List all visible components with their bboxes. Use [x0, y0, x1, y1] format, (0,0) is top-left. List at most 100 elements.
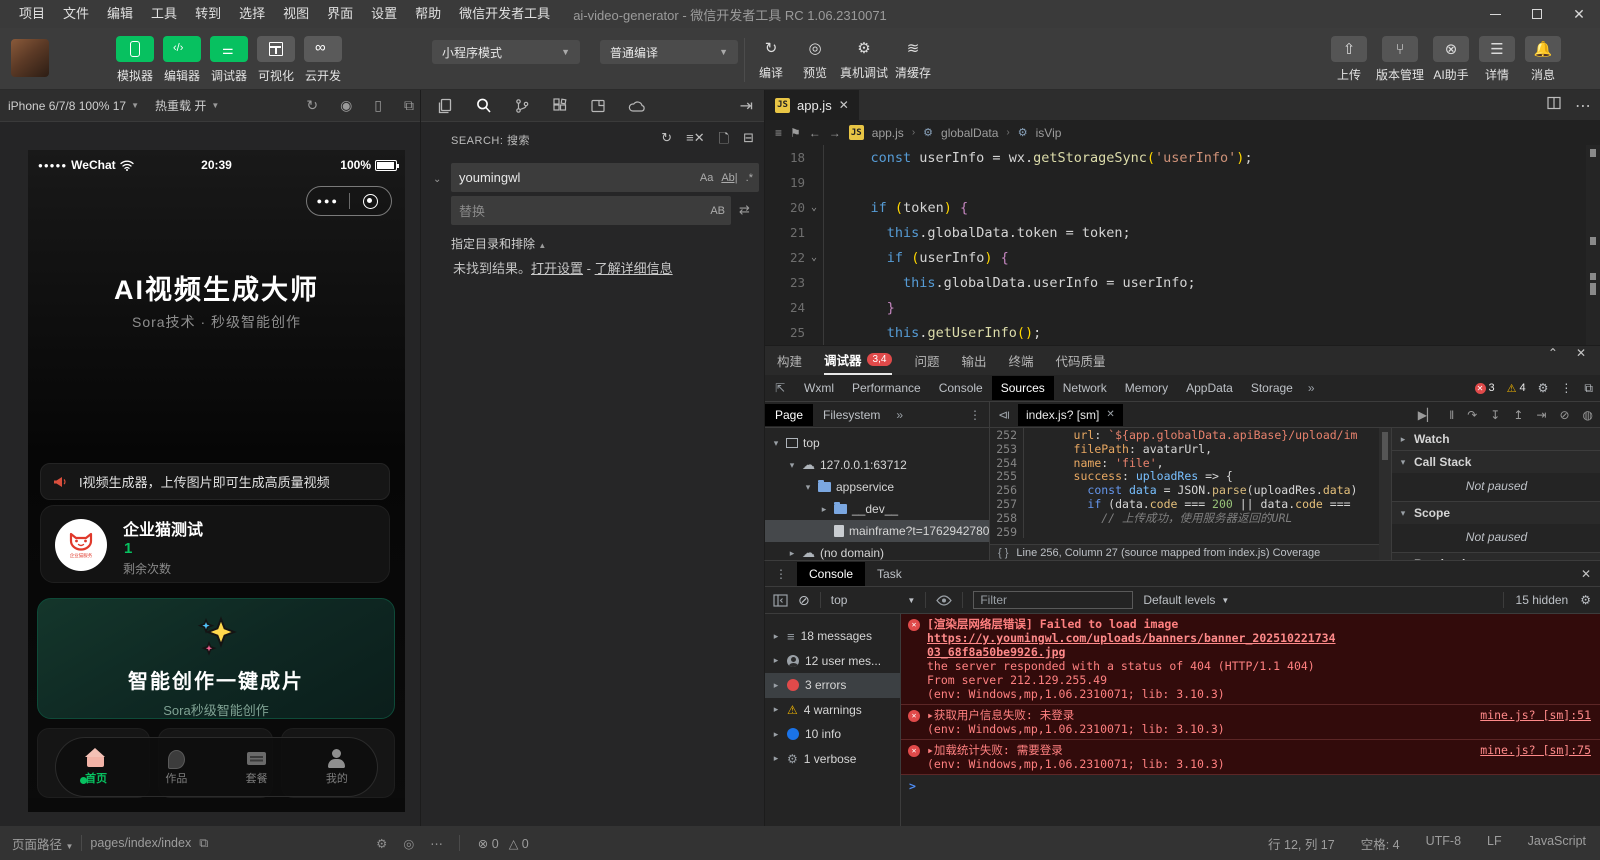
inspect-icon[interactable]: ⇱	[765, 381, 795, 395]
toolbar-action-button[interactable]: ⑂ 版本管理	[1376, 36, 1424, 83]
split-editor-icon[interactable]	[1547, 96, 1561, 110]
language-mode[interactable]: JavaScript	[1528, 834, 1586, 853]
replace-input[interactable]: 替换 AB	[451, 196, 731, 225]
scrollbar[interactable]	[1379, 428, 1391, 561]
mode-select[interactable]: 小程序模式▼	[432, 40, 580, 64]
cloud-icon[interactable]	[628, 99, 646, 113]
more-icon[interactable]: ●●●	[307, 196, 349, 206]
extensions-icon[interactable]	[552, 98, 568, 114]
console-tab[interactable]: Task	[865, 562, 914, 586]
editor-tab-appjs[interactable]: JS app.js ✕	[765, 90, 859, 120]
mode-toggle-button[interactable]: 云开发	[304, 36, 342, 84]
collapse-all-icon[interactable]: ⊟	[743, 130, 754, 152]
debugger-panel-tab[interactable]: 输出	[961, 347, 986, 374]
deactivate-breakpoints-icon[interactable]: ⊘	[1559, 408, 1569, 422]
compile-action-button[interactable]: ⚙ 真机调试	[840, 36, 888, 81]
step-over-icon[interactable]: ↷	[1467, 408, 1477, 422]
tab-bar-item[interactable]: 套餐	[217, 738, 297, 796]
replace-all-icon[interactable]: ⇄	[739, 202, 750, 218]
bug-icon[interactable]: ⚙	[376, 836, 387, 851]
menu-item[interactable]: 文件	[54, 0, 98, 28]
devtools-tab[interactable]: Memory	[1116, 376, 1177, 400]
maximize-button[interactable]	[1516, 0, 1558, 28]
bookmark-icon[interactable]: ⚑	[790, 126, 801, 140]
tab-bar-item[interactable]: 我的	[297, 738, 377, 796]
hot-reload-toggle[interactable]: 热重载 开▼	[147, 97, 227, 114]
toolbar-action-button[interactable]: ⇧ 上传	[1330, 36, 1368, 83]
message-filter-row[interactable]: ▸ 1 verbose	[765, 747, 900, 772]
levels-select[interactable]: Default levels▼	[1143, 593, 1229, 607]
kebab-icon[interactable]: ⋮	[969, 408, 989, 422]
more-actions-icon[interactable]: ⋯	[1575, 96, 1591, 116]
whole-word-icon[interactable]: Ab|	[721, 172, 737, 184]
match-case-icon[interactable]: Aa	[700, 172, 713, 184]
file-tab-indexjs[interactable]: index.js? [sm] ✕	[1018, 404, 1123, 426]
devtools-tab[interactable]: Network	[1054, 376, 1116, 400]
pause-icon[interactable]: ‖	[1449, 408, 1454, 422]
tree-row[interactable]: ▾ top	[765, 432, 989, 454]
encoding[interactable]: UTF-8	[1426, 834, 1461, 853]
copy-icon[interactable]: ⧉	[199, 836, 208, 851]
cursor-position[interactable]: 行 12, 列 17	[1268, 834, 1335, 853]
context-select[interactable]: top▼	[831, 593, 916, 607]
user-avatar[interactable]	[11, 39, 49, 77]
breadcrumb-symbol[interactable]: globalData	[941, 126, 998, 140]
sidebar-section-header[interactable]: ▾Scope	[1392, 502, 1600, 524]
menu-item[interactable]: 转到	[186, 0, 230, 28]
compile-action-button[interactable]: ≋ 清缓存	[894, 36, 932, 81]
menu-item[interactable]: 界面	[318, 0, 362, 28]
tree-row[interactable]: ▸ __dev__	[765, 498, 989, 520]
close-icon[interactable]: ✕	[1576, 346, 1586, 360]
quota-card[interactable]: 企业猫服务 企业猫测试 1 剩余次数	[40, 505, 390, 583]
mode-toggle-button[interactable]: 可视化	[257, 36, 295, 84]
mode-toggle-button[interactable]: 模拟器	[116, 36, 154, 84]
device-select[interactable]: iPhone 6/7/8 100% 17▼	[0, 99, 147, 113]
close-button[interactable]: ✕	[1558, 0, 1600, 28]
menu-item[interactable]: 帮助	[406, 0, 450, 28]
message-filter-row[interactable]: ▸ 18 messages	[765, 624, 900, 649]
stop-icon[interactable]: ◉	[340, 97, 352, 114]
filter-input[interactable]: Filter	[973, 591, 1133, 609]
indentation[interactable]: 空格: 4	[1361, 834, 1400, 853]
menu-item[interactable]: 工具	[142, 0, 186, 28]
devtools-tab[interactable]: Performance	[843, 376, 930, 400]
sources-pane-tab[interactable]: Filesystem	[813, 404, 890, 426]
regex-icon[interactable]: .*	[746, 172, 753, 184]
console-tab[interactable]: Console	[797, 562, 865, 586]
tree-row[interactable]: ▸ (no domain)	[765, 542, 989, 561]
collapse-left-icon[interactable]: ⧏	[998, 408, 1010, 422]
toolbar-action-button[interactable]: 🔔 消息	[1524, 36, 1562, 83]
menu-item[interactable]: 视图	[274, 0, 318, 28]
back-icon[interactable]: ←	[809, 126, 821, 140]
message-filter-row[interactable]: ▸ 10 info	[765, 722, 900, 747]
minimize-button[interactable]	[1474, 0, 1516, 28]
clear-results-icon[interactable]: ≡✕	[686, 130, 704, 152]
sources-pane-tab[interactable]: Page	[765, 404, 813, 426]
debugger-panel-tab[interactable]: 调试器 3,4	[824, 346, 892, 375]
tree-row[interactable]: mainframe?t=1762942780	[765, 520, 989, 542]
compile-action-button[interactable]: ◎ 预览	[796, 36, 834, 81]
console-error[interactable]: ✕ ▸获取用户信息失败: 未登录mine.js? [sm]:51 (env: W…	[901, 705, 1600, 740]
console-prompt[interactable]: >	[901, 775, 1600, 797]
forward-icon[interactable]: →	[829, 126, 841, 140]
sidebar-toggle-icon[interactable]	[773, 594, 788, 607]
devtools-tab[interactable]: Sources	[992, 376, 1054, 400]
fold-icon[interactable]: ⌄	[805, 202, 823, 213]
step-into-icon[interactable]: ↧	[1490, 408, 1500, 422]
editor-scrollbar[interactable]	[1586, 145, 1600, 345]
console-error[interactable]: ✕ ▸加载统计失败: 需要登录mine.js? [sm]:75 (env: Wi…	[901, 740, 1600, 775]
tree-row[interactable]: ▾ appservice	[765, 476, 989, 498]
search-details-toggle[interactable]: 指定目录和排除 ▲	[451, 235, 546, 252]
page-path-select[interactable]: 页面路径 ▼	[12, 834, 73, 853]
refresh-icon[interactable]: ↻	[306, 97, 318, 114]
debugger-panel-tab[interactable]: 问题	[914, 347, 939, 374]
kebab-icon[interactable]: ⋮	[1560, 381, 1572, 395]
step-out-icon[interactable]: ↥	[1513, 408, 1523, 422]
menu-item[interactable]: 微信开发者工具	[450, 0, 559, 28]
mode-toggle-button[interactable]: 调试器	[210, 36, 248, 84]
search-input[interactable]: youmingwl Aa Ab| .*	[451, 163, 759, 192]
mode-toggle-button[interactable]: 编辑器	[163, 36, 201, 84]
devtools-tab[interactable]: AppData	[1177, 376, 1242, 400]
debugger-code-view[interactable]: 252 url: `${app.globalData.apiBase}/uplo…	[990, 428, 1379, 561]
collapse-icon[interactable]: ⌃	[1548, 346, 1558, 360]
